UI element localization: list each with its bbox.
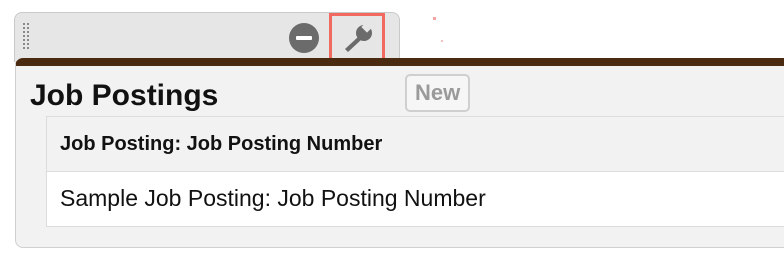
- settings-wrench-button[interactable]: [329, 13, 385, 61]
- related-list-panel: Job Postings New Job Posting: Job Postin…: [15, 58, 784, 248]
- column-header[interactable]: Job Posting: Job Posting Number: [47, 117, 784, 172]
- job-postings-component: Job Postings New Job Posting: Job Postin…: [0, 0, 784, 272]
- panel-title: Job Postings: [30, 79, 219, 112]
- artifact-dot: [441, 40, 443, 42]
- remove-component-button[interactable]: [289, 23, 319, 53]
- drag-grip-icon[interactable]: [23, 23, 31, 51]
- component-handle-bar[interactable]: [14, 12, 400, 62]
- related-list-table: Job Posting: Job Posting Number Sample J…: [46, 116, 784, 227]
- artifact-dot: [433, 17, 436, 20]
- wrench-icon: [345, 22, 374, 52]
- table-row[interactable]: Sample Job Posting: Job Posting Number: [47, 172, 784, 226]
- new-button[interactable]: New: [405, 74, 471, 112]
- table-cell: Sample Job Posting: Job Posting Number: [60, 185, 486, 211]
